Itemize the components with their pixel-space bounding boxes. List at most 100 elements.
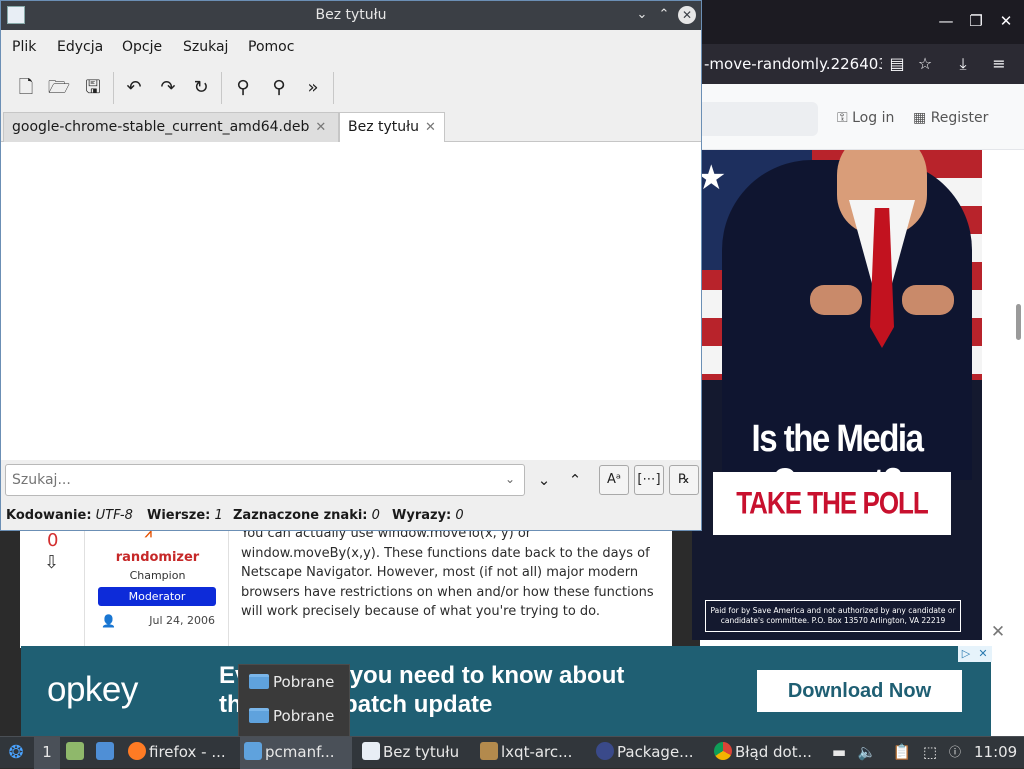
find-icon[interactable]: ⚲ [231,76,255,100]
tab-bez-tytulu[interactable]: Bez tytułu ✕ [339,112,445,143]
login-link[interactable]: ⚿ Log in [837,110,894,126]
moderator-badge: Moderator [98,587,216,606]
taskbar-item-package[interactable]: Package... [592,737,706,769]
whole-word-icon[interactable]: [⋯] [634,465,664,495]
join-date: Jul 24, 2006 [149,614,215,627]
banner-ad[interactable]: opkey Everything you need to know about … [21,646,991,736]
notification-icon[interactable]: ⓘ [946,737,964,769]
close-button[interactable]: ✕ [996,12,1016,30]
editor-titlebar[interactable]: Bez tytułu ⌄ ⌃ ✕ [1,1,701,30]
removable-media-icon[interactable]: ▬ [830,737,848,769]
find-replace-icon[interactable]: ⚲ [267,76,291,100]
menu-icon[interactable]: ≡ [988,54,1010,73]
file-manager-icon[interactable] [66,737,90,769]
take-poll-button[interactable]: TAKE THE POLL [713,472,951,535]
opkey-logo: opkey [47,670,138,709]
clipboard-icon[interactable]: 📋 [892,737,912,769]
downloads-icon[interactable]: ⤓ [952,54,974,74]
ad-close-icon[interactable]: ✕ [986,620,1010,644]
words-status: Wyrazy: 0 [392,508,464,523]
menu-pomoc[interactable]: Pomoc [248,39,294,55]
save-icon[interactable]: 🖫 [81,76,105,100]
folder-icon [249,708,269,723]
window-title: Bez tytułu [315,7,387,23]
reader-view-icon[interactable]: ▤ [886,54,908,73]
firefox-icon [128,742,146,760]
menu-item-pobrane[interactable]: Pobrane [249,703,334,729]
browser-urlbar: -move-randomly.226403 ▤ ☆ ⤓ ≡ [700,44,1024,84]
menu-szukaj[interactable]: Szukaj [183,39,228,55]
archive-icon [480,742,498,760]
take-poll-label: TAKE THE POLL [736,484,929,521]
find-previous-icon[interactable]: ⌃ [564,469,586,491]
taskbar-item-pcmanfm[interactable]: pcmanf... [240,737,352,769]
clock[interactable]: 11:09 [974,737,1017,769]
redo-icon[interactable]: ↷ [156,76,180,100]
close-icon[interactable]: ✕ [975,646,991,662]
start-menu-icon[interactable]: ❂ [4,737,28,769]
find-bar: ⌄ ⌄ ⌃ Aᵃ [⋯] ℞ [1,460,701,502]
open-folder-icon[interactable]: 🗁 [47,76,71,100]
folder-popup-menu: Pobrane Pobrane [238,664,350,738]
lines-status: Wiersze: 1 [147,508,223,523]
close-icon[interactable]: ✕ [678,6,696,24]
chrome-icon [714,742,732,760]
adchoices-icon[interactable]: ▷ [958,646,974,662]
reload-icon[interactable]: ↻ [189,76,213,100]
package-icon [596,742,614,760]
username[interactable]: randomizer [85,550,230,565]
toolbar-separator [333,72,334,104]
chevron-down-icon[interactable]: ⌄ [633,6,651,24]
menu-opcje[interactable]: Opcje [122,39,162,55]
undo-icon[interactable]: ↶ [122,76,146,100]
more-icon[interactable]: » [301,76,325,100]
key-icon: ⚿ [837,110,853,126]
poll-ad[interactable]: ★ ★ Is the Media Corrupt? TAKE THE POLL … [692,150,982,640]
taskbar-item-firefox[interactable]: firefox - ... [124,737,238,769]
volume-icon[interactable]: 🔈 [856,737,878,769]
desktop-switcher[interactable]: 1 [34,737,60,769]
taskbar-item-lxqt-archiver[interactable]: lxqt-arc... [476,737,590,769]
clipboard-icon: ▦ [913,110,931,126]
tab-close-icon[interactable]: ✕ [425,114,436,142]
register-link[interactable]: ▦ Register [913,110,988,126]
chevron-down-icon[interactable]: ⌄ [505,472,515,486]
bookmark-star-icon[interactable]: ☆ [914,54,936,73]
text-editor-area[interactable] [1,142,701,460]
tab-google-chrome-deb[interactable]: google-chrome-stable_current_amd64.deb ✕ [3,112,339,142]
taskbar-item-chrome[interactable]: Błąd dot... [710,737,824,769]
tab-close-icon[interactable]: ✕ [315,114,326,142]
user-rank: Champion [129,569,186,582]
regex-icon[interactable]: ℞ [669,465,699,495]
forum-post: 0 ⇩ ⩘ randomizer Champion Moderator 👤 Ju… [20,526,672,648]
site-search-field[interactable] [700,102,818,136]
menu-plik[interactable]: Plik [12,39,36,55]
taskbar: ❂ 1 firefox - ... pcmanf... Bez tytułu l… [0,736,1024,769]
restore-button[interactable]: ❐ [966,12,986,30]
find-next-icon[interactable]: ⌄ [533,469,555,491]
banner-adchoices[interactable]: ▷ ✕ [958,646,992,662]
url-text[interactable]: -move-randomly.226403 [704,55,882,73]
toolbar-separator [113,72,114,104]
tab-bar: google-chrome-stable_current_amd64.deb ✕ … [1,110,701,143]
show-desktop-icon[interactable] [96,737,120,769]
post-body: You can actually use window.moveTo(x, y)… [241,526,654,620]
new-document-icon[interactable]: 🗋 [14,76,38,100]
toolbar: 🗋 🗁 🖫 ↶ ↷ ↻ ⚲ ⚲ » [1,66,701,110]
minimize-button[interactable]: — [936,12,956,30]
folder-icon [244,742,262,760]
match-case-icon[interactable]: Aᵃ [599,465,629,495]
menubar: Plik Edycja Opcje Szukaj Pomoc [1,30,701,66]
browser-titlebar: — ❐ ✕ [700,0,1024,44]
download-now-button[interactable]: Download Now [757,670,962,712]
search-input[interactable] [5,464,525,496]
downvote-icon[interactable]: ⇩ [44,552,59,573]
network-icon[interactable]: ⬚ [920,737,940,769]
taskbar-item-editor[interactable]: Bez tytułu [358,737,474,769]
editor-window: Bez tytułu ⌄ ⌃ ✕ Plik Edycja Opcje Szuka… [0,0,702,531]
site-header: ⚿ Log in ▦ Register [700,84,1024,150]
menu-edycja[interactable]: Edycja [57,39,103,55]
menu-item-pobrane[interactable]: Pobrane [249,669,334,695]
chevron-up-icon[interactable]: ⌃ [655,6,673,24]
scrollbar-thumb[interactable] [1016,304,1021,340]
